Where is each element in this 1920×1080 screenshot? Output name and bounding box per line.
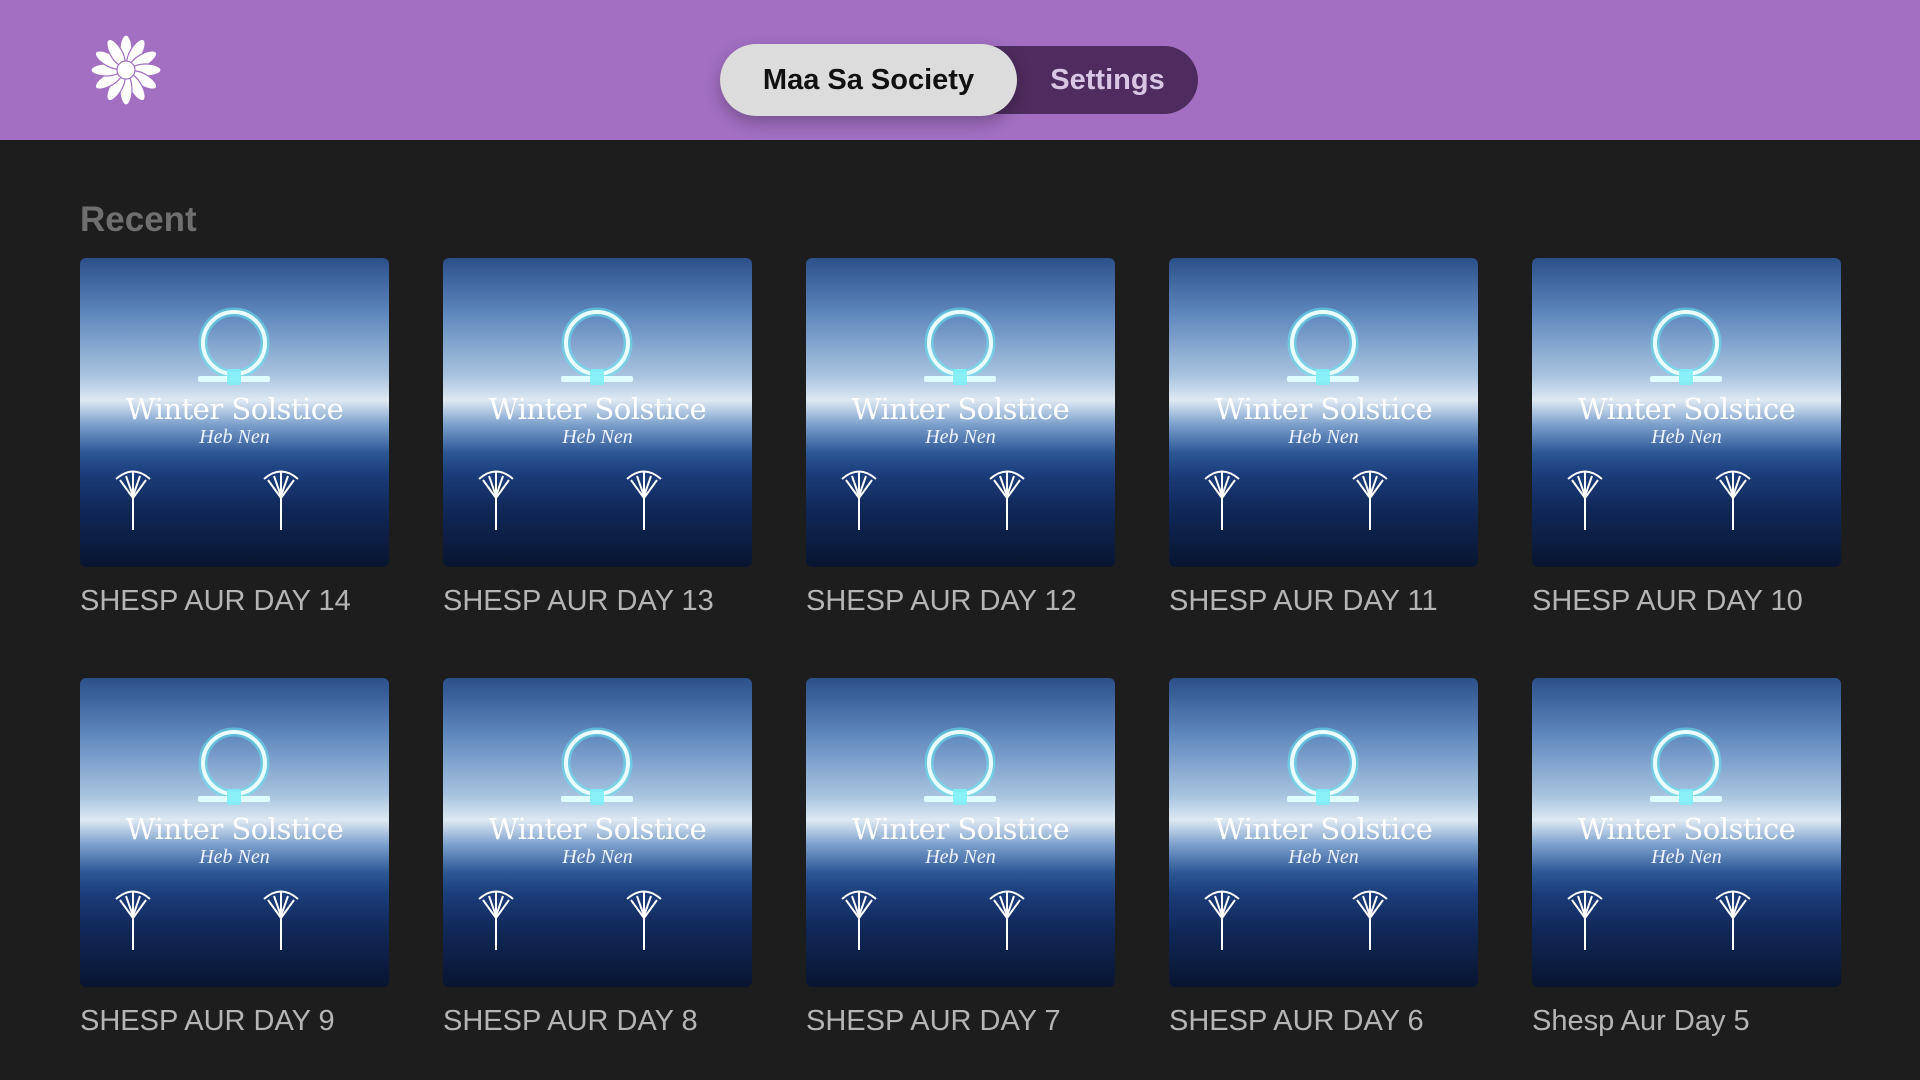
artwork-subtitle: Heb Nen <box>1651 846 1722 868</box>
media-artwork: Winter Solstice Heb Nen <box>1169 678 1478 987</box>
media-artwork: Winter Solstice Heb Nen <box>443 678 752 987</box>
artwork-subtitle: Heb Nen <box>1288 426 1359 448</box>
media-title: SHESP AUR DAY 11 <box>1169 585 1438 617</box>
media-title: SHESP AUR DAY 10 <box>1532 585 1803 617</box>
media-artwork: Winter Solstice Heb Nen <box>80 678 389 987</box>
artwork-title: Winter Solstice <box>1214 812 1433 846</box>
media-card[interactable]: Winter Solstice Heb Nen SHESP AUR DAY 11 <box>1169 258 1478 618</box>
artwork-title: Winter Solstice <box>125 812 344 846</box>
artwork-subtitle: Heb Nen <box>562 846 633 868</box>
media-card[interactable]: Winter Solstice Heb Nen SHESP AUR DAY 8 <box>443 678 752 1038</box>
artwork-title: Winter Solstice <box>1577 812 1796 846</box>
media-card[interactable]: Winter Solstice Heb Nen SHESP AUR DAY 7 <box>806 678 1115 1038</box>
media-title: SHESP AUR DAY 6 <box>1169 1005 1424 1037</box>
artwork-subtitle: Heb Nen <box>199 846 270 868</box>
artwork-subtitle: Heb Nen <box>199 426 270 448</box>
lotus-logo-icon[interactable] <box>90 34 162 106</box>
artwork-subtitle: Heb Nen <box>1651 426 1722 448</box>
media-card[interactable]: Winter Solstice Heb Nen SHESP AUR DAY 12 <box>806 258 1115 618</box>
media-artwork: Winter Solstice Heb Nen <box>80 258 389 567</box>
artwork-title: Winter Solstice <box>488 812 707 846</box>
media-title: SHESP AUR DAY 13 <box>443 585 714 617</box>
tab-settings[interactable]: Settings <box>1017 46 1198 114</box>
media-title: SHESP AUR DAY 8 <box>443 1005 698 1037</box>
media-artwork: Winter Solstice Heb Nen <box>806 258 1115 567</box>
top-bar: Maa Sa Society Settings <box>0 0 1920 140</box>
artwork-subtitle: Heb Nen <box>562 426 633 448</box>
artwork-subtitle: Heb Nen <box>925 846 996 868</box>
media-title: Shesp Aur Day 5 <box>1532 1005 1750 1037</box>
artwork-title: Winter Solstice <box>851 812 1070 846</box>
artwork-title: Winter Solstice <box>488 392 707 426</box>
media-card[interactable]: Winter Solstice Heb Nen SHESP AUR DAY 6 <box>1169 678 1478 1038</box>
artwork-subtitle: Heb Nen <box>925 426 996 448</box>
media-title: SHESP AUR DAY 7 <box>806 1005 1061 1037</box>
artwork-title: Winter Solstice <box>851 392 1070 426</box>
media-card[interactable]: Winter Solstice Heb Nen SHESP AUR DAY 13 <box>443 258 752 618</box>
media-title: SHESP AUR DAY 12 <box>806 585 1077 617</box>
media-card[interactable]: Winter Solstice Heb Nen SHESP AUR DAY 9 <box>80 678 389 1038</box>
section-title-recent: Recent <box>80 200 197 239</box>
media-card[interactable]: Winter Solstice Heb Nen SHESP AUR DAY 10 <box>1532 258 1841 618</box>
tab-maa-sa-society[interactable]: Maa Sa Society <box>720 44 1017 116</box>
media-artwork: Winter Solstice Heb Nen <box>806 678 1115 987</box>
media-card[interactable]: Winter Solstice Heb Nen Shesp Aur Day 5 <box>1532 678 1841 1038</box>
media-artwork: Winter Solstice Heb Nen <box>1532 678 1841 987</box>
media-title: SHESP AUR DAY 9 <box>80 1005 335 1037</box>
artwork-subtitle: Heb Nen <box>1288 846 1359 868</box>
tab-bar: Maa Sa Society Settings <box>720 44 1198 116</box>
media-title: SHESP AUR DAY 14 <box>80 585 351 617</box>
artwork-title: Winter Solstice <box>125 392 344 426</box>
media-artwork: Winter Solstice Heb Nen <box>1532 258 1841 567</box>
artwork-title: Winter Solstice <box>1214 392 1433 426</box>
media-card[interactable]: Winter Solstice Heb Nen SHESP AUR DAY 14 <box>80 258 389 618</box>
artwork-title: Winter Solstice <box>1577 392 1796 426</box>
media-artwork: Winter Solstice Heb Nen <box>1169 258 1478 567</box>
media-artwork: Winter Solstice Heb Nen <box>443 258 752 567</box>
